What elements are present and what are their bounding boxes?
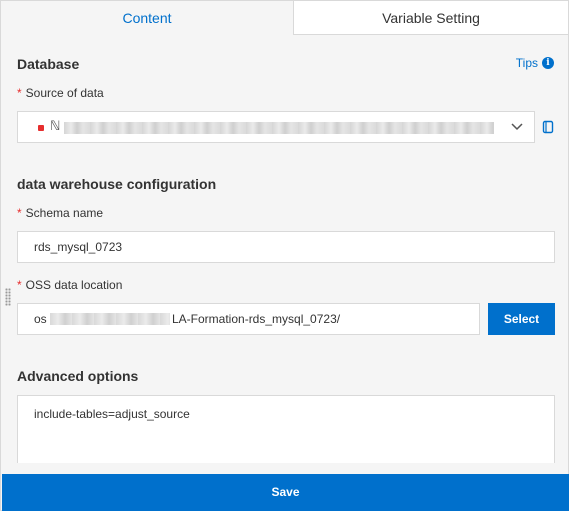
select-oss-button[interactable]: Select bbox=[488, 303, 555, 335]
book-icon[interactable] bbox=[542, 120, 555, 134]
schema-name-label-text: Schema name bbox=[25, 206, 104, 220]
tab-content[interactable]: Content bbox=[1, 1, 294, 35]
form-panel: Content Variable Setting Database Tips i… bbox=[0, 0, 569, 511]
datasource-status-icon bbox=[38, 125, 44, 131]
tab-bar: Content Variable Setting bbox=[1, 1, 568, 35]
oss-path-suffix: LA-Formation-rds_mysql_0723/ bbox=[172, 312, 341, 326]
source-of-data-label-text: Source of data bbox=[25, 86, 104, 100]
required-marker: * bbox=[17, 206, 22, 220]
datasource-type-icon: ℕ bbox=[50, 118, 61, 133]
chevron-down-icon[interactable] bbox=[510, 119, 524, 133]
tips-label: Tips bbox=[515, 56, 538, 70]
drag-handle-icon[interactable] bbox=[5, 288, 11, 306]
required-marker: * bbox=[17, 86, 22, 100]
save-button[interactable]: Save bbox=[2, 474, 569, 511]
database-section-title: Database bbox=[17, 56, 80, 72]
tips-link[interactable]: Tips i bbox=[516, 56, 554, 70]
source-of-data-select[interactable]: ℕ bbox=[17, 111, 535, 143]
info-icon: i bbox=[542, 57, 554, 69]
schema-name-input[interactable]: rds_mysql_0723 bbox=[17, 231, 555, 263]
tab-variable-setting[interactable]: Variable Setting bbox=[294, 1, 568, 35]
required-marker: * bbox=[17, 278, 22, 292]
oss-path-prefix: os bbox=[34, 312, 47, 326]
oss-path-redacted bbox=[50, 313, 170, 325]
source-value-redacted bbox=[64, 122, 494, 134]
advanced-options-textarea[interactable]: include-tables=adjust_source bbox=[17, 395, 555, 463]
warehouse-section-title: data warehouse configuration bbox=[17, 176, 217, 192]
schema-name-label: * Schema name bbox=[17, 206, 103, 220]
source-of-data-label: * Source of data bbox=[17, 86, 104, 100]
oss-data-location-input[interactable]: os LA-Formation-rds_mysql_0723/ bbox=[17, 303, 480, 335]
advanced-options-title: Advanced options bbox=[17, 368, 139, 384]
oss-data-location-label-text: OSS data location bbox=[25, 278, 123, 292]
oss-data-location-label: * OSS data location bbox=[17, 278, 122, 292]
